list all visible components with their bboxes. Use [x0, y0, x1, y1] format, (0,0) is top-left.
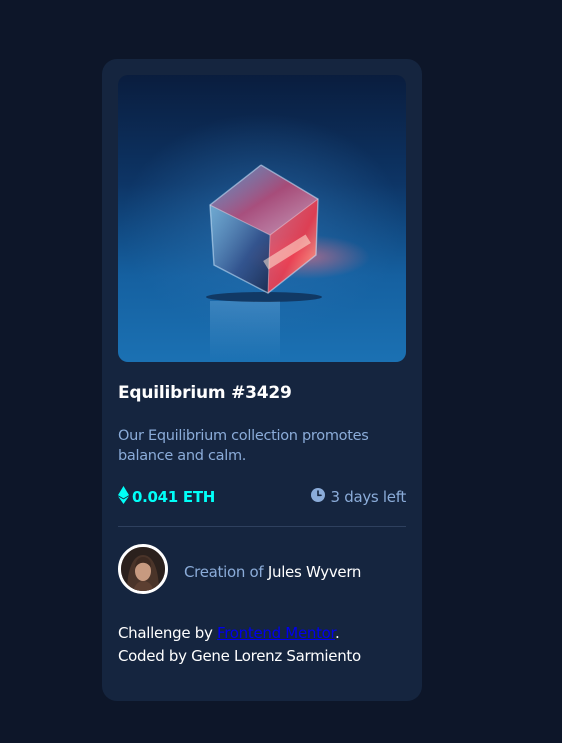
ethereum-icon	[118, 486, 129, 508]
creator-name[interactable]: Jules Wyvern	[268, 563, 362, 581]
time-info: 3 days left	[310, 486, 407, 508]
attribution-coded-by: Coded by Gene Lorenz Sarmiento	[118, 647, 361, 665]
avatar	[118, 544, 168, 594]
price-value: 0.041 ETH	[132, 488, 216, 506]
nft-card: Equilibrium #3429 Our Equilibrium collec…	[102, 59, 422, 701]
clock-icon	[310, 488, 325, 506]
creator-line: Creation of Jules Wyvern	[184, 563, 361, 581]
nft-description: Our Equilibrium collection promotes bala…	[118, 428, 369, 464]
challenge-prefix: Challenge by	[118, 624, 213, 642]
creator-prefix: Creation of	[184, 563, 264, 581]
attribution: Challenge by Frontend Mentor. Coded by G…	[118, 622, 361, 668]
nft-title[interactable]: Equilibrium #3429	[118, 383, 292, 403]
nft-image[interactable]	[118, 75, 406, 362]
time-left-value: 3 days left	[330, 488, 407, 506]
frontend-mentor-link[interactable]: Frontend Mentor	[217, 624, 335, 642]
card-divider	[118, 526, 406, 527]
attribution-challenge-line: Challenge by Frontend Mentor.	[118, 622, 361, 645]
cube-artwork	[206, 164, 370, 362]
price-info: 0.041 ETH	[118, 486, 215, 508]
attribution-period: .	[335, 624, 340, 642]
